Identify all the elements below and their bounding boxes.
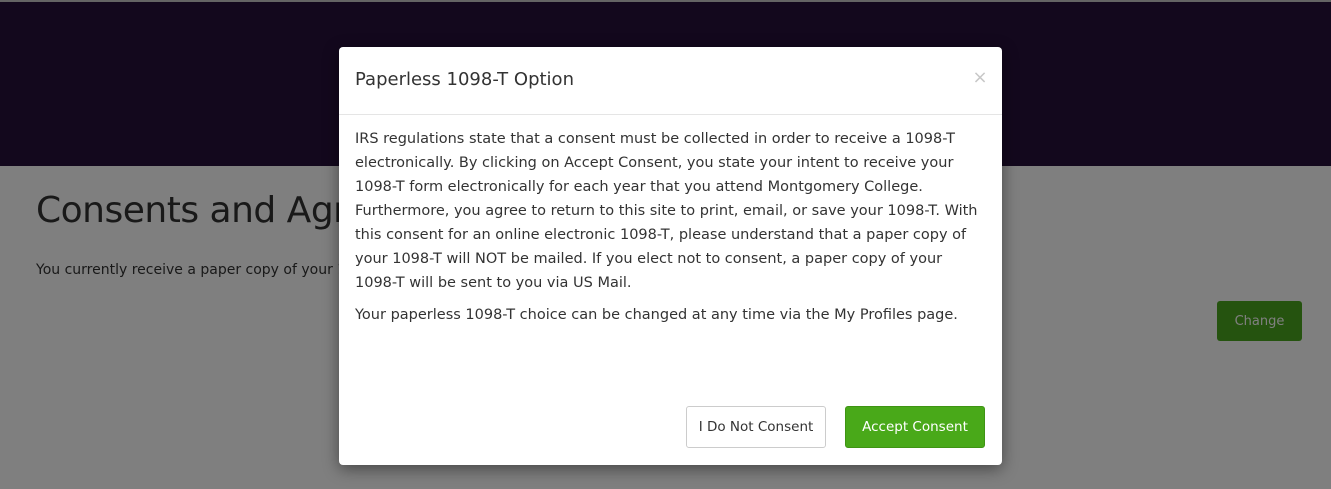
accept-consent-button[interactable]: Accept Consent <box>845 406 985 448</box>
modal-title: Paperless 1098-T Option <box>355 69 574 90</box>
close-icon[interactable]: × <box>970 65 990 89</box>
change-info-text: Your paperless 1098-T choice can be chan… <box>355 307 958 323</box>
consent-description: IRS regulations state that a consent mus… <box>355 131 978 291</box>
paperless-1098t-modal: Paperless 1098-T Option × IRS regulation… <box>339 47 1002 465</box>
do-not-consent-button[interactable]: I Do Not Consent <box>686 406 826 448</box>
modal-header: Paperless 1098-T Option × <box>339 47 1002 115</box>
modal-body: IRS regulations state that a consent mus… <box>355 127 985 335</box>
